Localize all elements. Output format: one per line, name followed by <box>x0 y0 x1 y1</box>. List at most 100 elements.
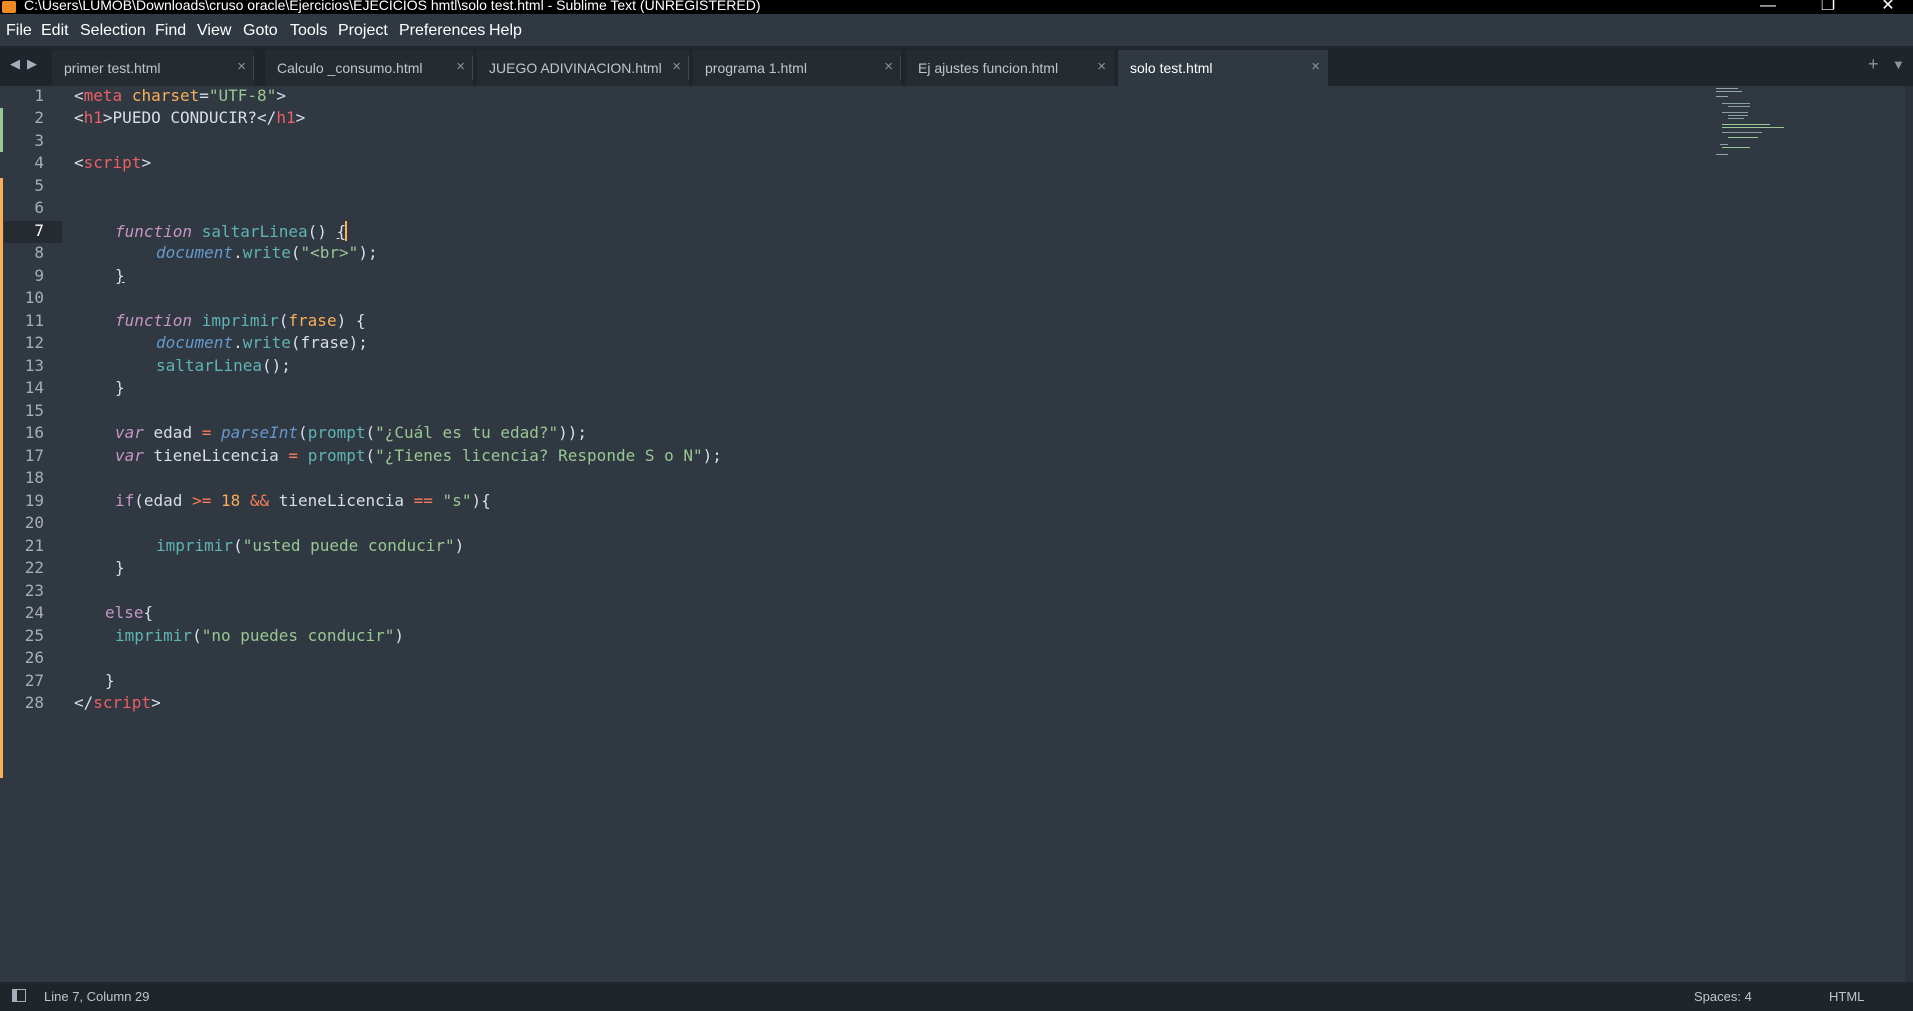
code-line-11: function imprimir(frase) { <box>115 311 365 330</box>
tab-programa-1[interactable]: programa 1.html × <box>693 50 901 86</box>
minimize-button[interactable]: — <box>1748 0 1788 14</box>
token: ) <box>454 536 465 555</box>
token: else <box>105 603 144 622</box>
text-cursor <box>345 221 348 241</box>
menu-help[interactable]: Help <box>489 22 522 40</box>
tab-close-icon[interactable]: × <box>672 58 681 75</box>
tab-list-icon[interactable]: ▼ <box>1892 57 1905 72</box>
token: saltarLinea <box>201 222 308 241</box>
token: > <box>276 86 286 105</box>
restore-button[interactable]: ❐ <box>1808 0 1848 14</box>
token: "no puedes conducir" <box>201 626 395 645</box>
menu-view[interactable]: View <box>197 22 231 40</box>
vertical-scrollbar[interactable] <box>1905 86 1913 982</box>
token: "<br>" <box>300 243 359 262</box>
token: } <box>115 378 125 397</box>
line-number: 28 <box>24 693 44 712</box>
token: . <box>233 243 243 262</box>
token: == <box>413 491 433 510</box>
token: imprimir <box>156 536 234 555</box>
line-number: 14 <box>24 378 44 397</box>
cursor-position[interactable]: Line 7, Column 29 <box>44 989 150 1004</box>
menu-bar: File Edit Selection Find View Goto Tools… <box>0 14 1913 46</box>
indentation-setting[interactable]: Spaces: 4 <box>1694 989 1752 1004</box>
menu-project[interactable]: Project <box>338 22 388 40</box>
token: script <box>83 153 142 172</box>
code-area[interactable]: <meta charset="UTF-8"> <h1>PUEDO CONDUCI… <box>74 86 722 846</box>
line-number: 22 <box>24 558 44 577</box>
token: > <box>151 693 161 712</box>
line-number: 12 <box>24 333 44 352</box>
code-line-19: if(edad >= 18 && tieneLicencia == "s"){ <box>115 491 491 510</box>
window-titlebar: C:\Users\LUMOB\Downloads\cruso oracle\Ej… <box>0 0 1913 14</box>
token: write <box>242 333 291 352</box>
code-line-9: } <box>115 266 125 285</box>
minimap[interactable] <box>1716 86 1896 156</box>
tab-forward-icon[interactable]: ▶ <box>27 56 37 72</box>
tab-close-icon[interactable]: × <box>456 58 465 75</box>
tab-label: programa 1.html <box>705 60 807 76</box>
minimap-line <box>1722 132 1762 133</box>
sublime-app-icon <box>2 1 16 13</box>
menu-edit[interactable]: Edit <box>41 22 69 40</box>
token: ( <box>365 446 376 465</box>
menu-selection[interactable]: Selection <box>80 22 146 40</box>
minimap-line <box>1722 103 1750 104</box>
current-line-highlight <box>4 221 62 243</box>
token: ){ <box>471 491 491 510</box>
tab-divider <box>688 56 689 80</box>
tab-close-icon[interactable]: × <box>237 58 246 75</box>
syntax-mode[interactable]: HTML <box>1829 989 1864 1004</box>
menu-goto[interactable]: Goto <box>243 22 278 40</box>
code-line-2: <h1>PUEDO CONDUCIR?</h1> <box>74 108 305 127</box>
token: prompt <box>307 423 366 442</box>
tab-juego-adivinacion[interactable]: JUEGO ADIVINACION.html × <box>477 50 689 86</box>
menu-preferences[interactable]: Preferences <box>399 22 485 40</box>
tab-close-icon[interactable]: × <box>1097 58 1106 75</box>
minimap-line <box>1722 127 1784 128</box>
code-editor[interactable]: 1 2 3 4 5 6 7 8 9 10 11 12 13 14 15 16 1… <box>0 86 1913 982</box>
tab-back-icon[interactable]: ◀ <box>10 56 20 72</box>
token: function <box>115 311 193 330</box>
minimap-line <box>1728 137 1758 138</box>
token: document <box>156 333 234 352</box>
line-number: 26 <box>24 648 44 667</box>
line-number: 11 <box>24 311 44 330</box>
token: tieneLicencia <box>143 446 289 465</box>
token: charset <box>131 86 200 105</box>
token: () <box>307 222 337 241</box>
token: "s" <box>442 491 472 510</box>
token: ( <box>365 423 376 442</box>
tab-ej-ajustes-funcion[interactable]: Ej ajustes funcion.html × <box>906 50 1114 86</box>
tab-label: solo test.html <box>1130 60 1213 76</box>
tab-close-icon[interactable]: × <box>884 58 893 75</box>
new-tab-icon[interactable]: + <box>1868 54 1879 75</box>
tab-close-icon[interactable]: × <box>1311 58 1320 75</box>
tab-label: JUEGO ADIVINACION.html <box>489 60 662 76</box>
token: ); <box>702 446 722 465</box>
show-panel-icon[interactable] <box>12 989 26 1002</box>
tab-primer-test[interactable]: primer test.html × <box>52 50 254 86</box>
tab-calculo-consumo[interactable]: Calculo _consumo.html × <box>265 50 473 86</box>
token: saltarLinea <box>156 356 262 375</box>
added-lines-marker <box>0 108 3 152</box>
token: > <box>295 108 306 127</box>
token: h1 <box>83 108 103 127</box>
line-number: 4 <box>34 153 44 172</box>
token: (edad <box>134 491 193 510</box>
line-number: 5 <box>34 176 44 195</box>
menu-tools[interactable]: Tools <box>290 22 327 40</box>
line-number: 6 <box>34 198 44 217</box>
token: < <box>74 108 84 127</box>
minimap-line <box>1728 118 1744 119</box>
menu-file[interactable]: File <box>6 22 32 40</box>
token: ); <box>358 243 378 262</box>
token: "UTF-8" <box>208 86 277 105</box>
line-number: 16 <box>24 423 44 442</box>
menu-find[interactable]: Find <box>155 22 186 40</box>
tab-solo-test-active[interactable]: solo test.html × <box>1118 50 1328 86</box>
code-line-22: } <box>115 558 125 577</box>
line-number: 20 <box>24 513 44 532</box>
token: PUEDO CONDUCIR? <box>112 108 258 127</box>
close-window-button[interactable]: ✕ <box>1868 0 1908 14</box>
